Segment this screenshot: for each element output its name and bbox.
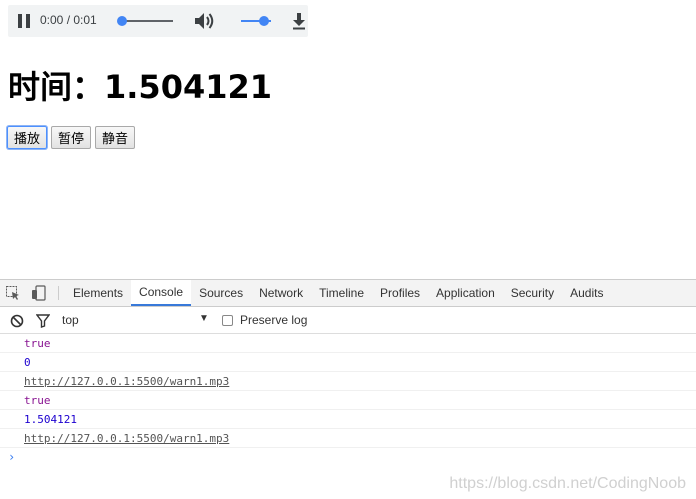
log-value: 0 [24,356,31,369]
log-link[interactable]: http://127.0.0.1:5500/warn1.mp3 [24,432,229,445]
tab-profiles[interactable]: Profiles [372,280,428,306]
console-log-row: http://127.0.0.1:5500/warn1.mp3 [0,372,696,391]
console-prompt[interactable]: › [0,448,696,467]
mute-button[interactable]: 静音 [95,126,136,149]
tab-sources[interactable]: Sources [191,280,251,306]
tab-elements[interactable]: Elements [65,280,131,306]
inspect-element-icon[interactable] [0,280,26,306]
tab-separator [58,286,59,300]
pause-icon[interactable] [18,14,30,28]
page-content: 0:00 / 0:01 时间：1.504121 播放 暂停 静音 [0,0,696,279]
console-log-row: http://127.0.0.1:5500/warn1.mp3 [0,429,696,448]
audio-seek-bar[interactable] [117,16,173,26]
clear-console-icon[interactable] [10,314,24,328]
tab-application[interactable]: Application [428,280,503,306]
control-buttons: 播放 暂停 静音 [7,126,139,149]
log-link[interactable]: http://127.0.0.1:5500/warn1.mp3 [24,375,229,388]
tab-timeline[interactable]: Timeline [311,280,372,306]
preserve-log-checkbox[interactable] [222,315,233,326]
devtools-panel: Elements Console Sources Network Timelin… [0,279,696,499]
console-log-row: true [0,334,696,353]
audio-player[interactable]: 0:00 / 0:01 [8,5,308,37]
console-output: true 0 http://127.0.0.1:5500/warn1.mp3 t… [0,334,696,467]
console-toolbar: top ▼ Preserve log [0,307,696,334]
tab-security[interactable]: Security [503,280,562,306]
volume-slider[interactable] [241,16,271,26]
download-icon[interactable] [291,12,307,30]
time-heading: 时间：1.504121 [8,68,273,106]
filter-icon[interactable] [36,314,50,328]
volume-icon[interactable] [194,12,216,30]
console-log-row: 0 [0,353,696,372]
device-toolbar-icon[interactable] [26,280,52,306]
log-value: 1.504121 [24,413,77,426]
log-value: true [24,394,51,407]
console-log-row: true [0,391,696,410]
context-selector[interactable]: top [62,313,79,327]
log-value: true [24,337,51,350]
tab-audits[interactable]: Audits [562,280,611,306]
volume-slider-thumb[interactable] [259,16,269,26]
tab-console[interactable]: Console [131,280,192,306]
tab-network[interactable]: Network [251,280,311,306]
console-log-row: 1.504121 [0,410,696,429]
preserve-log-label[interactable]: Preserve log [240,313,307,327]
audio-time-display: 0:00 / 0:01 [40,13,97,27]
pause-button[interactable]: 暂停 [51,126,92,149]
audio-seek-thumb[interactable] [117,16,127,26]
devtools-tab-bar: Elements Console Sources Network Timelin… [0,280,696,307]
watermark: https://blog.csdn.net/CodingNoob [449,475,686,492]
play-button[interactable]: 播放 [7,126,48,149]
chevron-down-icon[interactable]: ▼ [199,313,209,324]
